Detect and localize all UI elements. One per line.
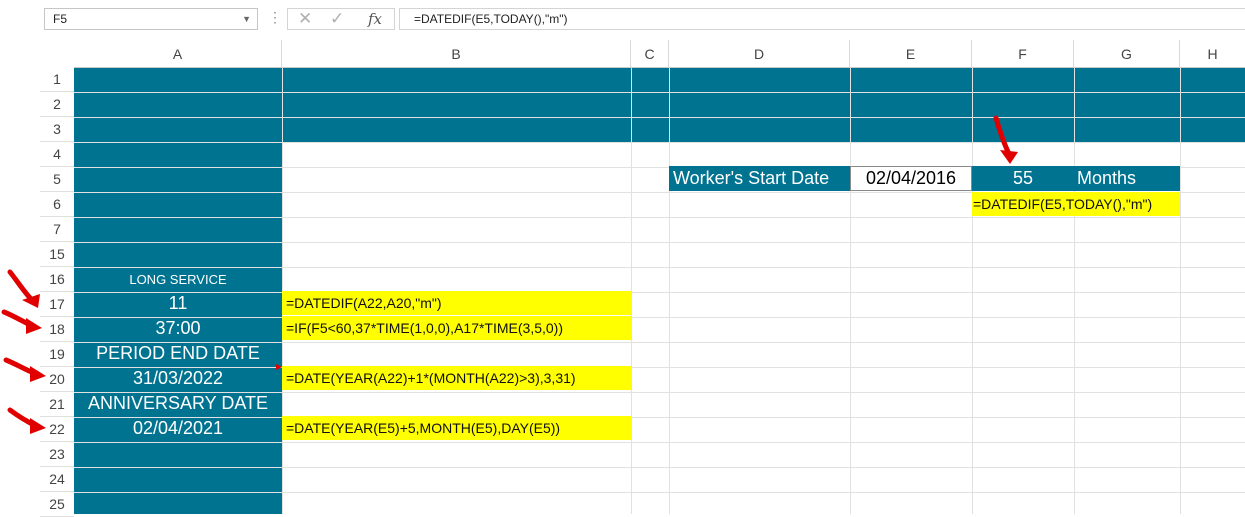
select-all-corner[interactable] [0,40,74,68]
row-header-17[interactable]: 17 [40,292,74,317]
name-box[interactable]: F5 ▼ [44,8,258,30]
column-header-a[interactable]: A [74,40,282,68]
row-header-24[interactable]: 24 [40,467,74,492]
cell-b17[interactable]: =DATEDIF(A22,A20,"m") [282,291,631,315]
arrow-annotation-row18 [1,309,42,334]
formula-buttons: ✕ ✓ fx [287,8,395,30]
cell-g5[interactable]: Months [1074,166,1180,191]
arrow-annotation-row17 [7,269,40,308]
cell-b20[interactable]: =DATE(YEAR(A22)+1*(MONTH(A22)>3),3,31) [282,366,631,390]
arrow-annotation-row20 [3,357,46,382]
cell-a21[interactable]: ANNIVERSARY DATE [74,391,282,416]
cell-a17[interactable]: 11 [74,291,282,316]
row-header-5[interactable]: 5 [40,167,74,192]
column-gridline [631,67,632,514]
row-gridline [74,442,1245,443]
row-gridline [74,492,1245,493]
row-gridline [74,217,1245,218]
column-gridline [1180,67,1181,514]
formula-input[interactable]: =DATEDIF(E5,TODAY(),"m") [399,8,1245,30]
cell-a18[interactable]: 37:00 [74,316,282,341]
row-header-1[interactable]: 1 [40,67,74,92]
name-box-value: F5 [53,12,68,26]
cell-a16[interactable]: LONG SERVICE [74,267,282,292]
cell-b22[interactable]: =DATE(YEAR(E5)+5,MONTH(E5),DAY(E5)) [282,416,631,440]
column-gridline [850,67,851,514]
row-gridline [74,117,1245,118]
arrow-annotation-f5 [993,115,1018,164]
row-gridline [74,142,1245,143]
cell-f5[interactable]: 55 [972,166,1074,191]
row-header-16[interactable]: 16 [40,267,74,292]
row-gridline [74,242,1245,243]
column-header-h[interactable]: H [1180,40,1245,68]
cell-a20[interactable]: 31/03/2022 [74,366,282,391]
column-gridline [669,67,670,514]
row-gridline [74,92,1245,93]
row-header-25[interactable]: 25 [40,492,74,517]
row-header-7[interactable]: 7 [40,217,74,242]
column-header-c[interactable]: C [631,40,669,68]
row-header-23[interactable]: 23 [40,442,74,467]
formula-bar: F5 ▼ ⋮ ✕ ✓ fx =DATEDIF(E5,TODAY(),"m") [0,0,1245,40]
column-gridline [972,67,973,514]
confirm-icon[interactable]: ✓ [330,9,344,29]
row-header-15[interactable]: 15 [40,242,74,267]
cell-e5[interactable]: 02/04/2016 [850,166,972,191]
column-header-b[interactable]: B [282,40,631,68]
more-options-icon[interactable]: ⋮ [268,9,282,26]
column-header-f[interactable]: F [972,40,1074,68]
column-header-d[interactable]: D [669,40,850,68]
cell-b18[interactable]: =IF(F5<60,37*TIME(1,0,0),A17*TIME(3,5,0)… [282,316,631,340]
row-header-6[interactable]: 6 [40,192,74,217]
column-gridline [1074,67,1075,514]
cell-f6[interactable]: =DATEDIF(E5,TODAY(),"m") [972,192,1180,216]
arrow-annotation-row22 [7,407,46,434]
insert-function-icon[interactable]: fx [368,9,382,29]
arrow-tip-b20 [276,364,282,370]
row-gridline [74,467,1245,468]
row-header-4[interactable]: 4 [40,142,74,167]
column-header-g[interactable]: G [1074,40,1180,68]
cell-d5[interactable]: Worker's Start Date [669,166,850,191]
row-header-2[interactable]: 2 [40,92,74,117]
chevron-down-icon[interactable]: ▼ [242,9,251,29]
column-header-e[interactable]: E [850,40,972,68]
cell-a22[interactable]: 02/04/2021 [74,416,282,441]
row-header-3[interactable]: 3 [40,117,74,142]
cell-a19[interactable]: PERIOD END DATE [74,341,282,366]
cancel-icon[interactable]: ✕ [298,9,312,29]
row-header-18[interactable]: 18 [40,317,74,342]
